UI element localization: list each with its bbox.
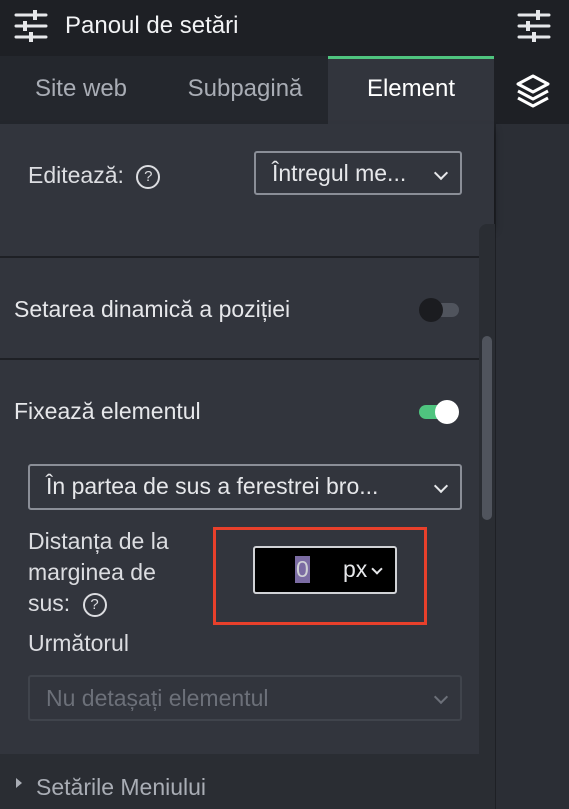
chevron-down-icon[interactable]	[371, 563, 383, 575]
settings-tabs: Site web Subpagină Element	[0, 56, 494, 124]
pin-position-value: În partea de sus a ferestrei bro...	[46, 473, 379, 499]
chevron-down-icon	[433, 689, 449, 705]
top-bar: Panoul de setări	[0, 0, 569, 56]
toggle-knob	[435, 400, 459, 424]
settings-content: Setarea dinamică a poziției Fixează elem…	[0, 224, 494, 809]
edit-scope-value: Întregul me...	[272, 160, 407, 186]
divider	[0, 358, 494, 360]
distance-value[interactable]: 0	[295, 556, 310, 583]
detach-select: Nu detașați elementul	[28, 675, 462, 721]
detach-value: Nu detașați elementul	[46, 685, 269, 711]
distance-label-line: Distanța de la	[28, 528, 169, 554]
distance-label-line: marginea de	[28, 559, 156, 585]
edit-label: Editează: ?	[28, 162, 161, 189]
scroll-thumb[interactable]	[482, 336, 492, 520]
tab-subpage[interactable]: Subpagină	[162, 56, 328, 124]
distance-label: Distanța de la marginea de sus: ?	[28, 526, 198, 619]
right-rail	[496, 56, 569, 809]
layers-icon	[516, 74, 550, 108]
menu-settings-label: Setările Meniului	[36, 774, 207, 800]
next-label: Următorul	[28, 630, 129, 656]
edit-scope-row: Editează: ? Întregul me...	[0, 124, 494, 224]
caret-right-icon	[16, 778, 22, 788]
sliders-icon[interactable]	[14, 9, 48, 48]
unit-select[interactable]: px	[343, 556, 367, 583]
chevron-down-icon	[433, 478, 449, 494]
chevron-down-icon	[433, 165, 449, 181]
sliders-icon[interactable]	[517, 9, 551, 48]
dynamic-position-toggle[interactable]	[419, 298, 459, 322]
divider	[0, 256, 494, 258]
tab-site-web[interactable]: Site web	[0, 56, 162, 124]
pin-element-label: Fixează elementul	[14, 398, 201, 424]
distance-input[interactable]: 0 px	[253, 546, 397, 594]
dynamic-position-label: Setarea dinamică a poziției	[14, 296, 291, 322]
menu-settings-section[interactable]: Setările Meniului	[0, 754, 494, 809]
tab-element[interactable]: Element	[328, 56, 494, 124]
layers-button[interactable]	[496, 56, 569, 124]
scrollbar[interactable]	[479, 224, 495, 809]
toggle-knob	[419, 298, 443, 322]
distance-label-line: sus:	[28, 590, 71, 616]
panel-title: Panoul de setări	[65, 12, 239, 39]
pin-position-select[interactable]: În partea de sus a ferestrei bro...	[28, 464, 462, 510]
edit-label-text: Editează:	[28, 162, 124, 188]
help-icon[interactable]: ?	[136, 165, 161, 189]
pin-element-toggle[interactable]	[419, 400, 459, 424]
edit-scope-select[interactable]: Întregul me...	[254, 151, 462, 195]
help-icon[interactable]: ?	[82, 593, 107, 617]
